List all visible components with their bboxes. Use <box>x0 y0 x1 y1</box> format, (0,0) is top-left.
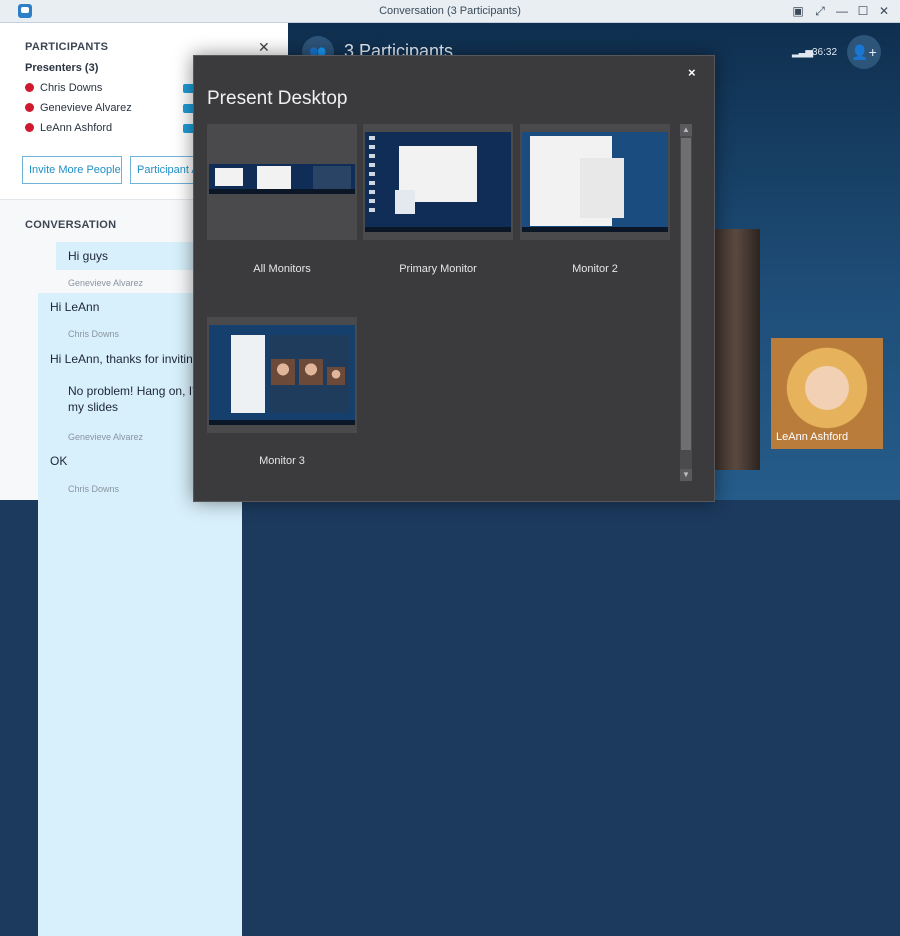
presenters-label: Presenters (3) <box>25 62 99 74</box>
option-monitor-3[interactable] <box>207 317 357 433</box>
option-label: Monitor 2 <box>572 263 618 275</box>
close-icon[interactable]: ✕ <box>876 3 892 19</box>
participant-item[interactable]: LeAnn Ashford <box>25 122 112 138</box>
screen-thumbnail <box>209 164 355 194</box>
close-panel-icon[interactable]: ✕ <box>258 39 270 56</box>
invite-more-people-button[interactable]: Invite More People <box>22 156 122 184</box>
participant-name: LeAnn Ashford <box>40 122 113 134</box>
message-author: Genevieve Alvarez <box>68 432 144 442</box>
participant-name: Genevieve Alvarez <box>40 102 132 114</box>
signal-icon: ▂▃▅ <box>792 47 813 58</box>
video-feed <box>712 229 760 470</box>
status-dot-icon <box>25 123 34 132</box>
maximize-icon[interactable]: ☐ <box>855 3 871 19</box>
participant-item[interactable]: Genevieve Alvarez <box>25 102 132 118</box>
option-monitor-2[interactable] <box>520 124 670 240</box>
video-name-label: LeAnn Ashford <box>776 431 849 443</box>
option-all-monitors[interactable] <box>207 124 357 240</box>
option-label: Monitor 3 <box>259 455 305 467</box>
message-bubble: OK <box>38 447 242 936</box>
screen-thumbnail <box>209 325 355 425</box>
dialog-close-icon[interactable]: × <box>688 65 696 80</box>
scroll-down-icon[interactable]: ▼ <box>680 469 692 481</box>
participant-item[interactable]: Chris Downs <box>25 82 102 98</box>
message-author: Genevieve Alvarez <box>68 278 144 288</box>
minimize-icon[interactable]: — <box>834 3 850 19</box>
dialog-title: Present Desktop <box>207 88 348 109</box>
participants-heading: PARTICIPANTS <box>25 41 109 53</box>
window-title: Conversation (3 Participants) <box>379 5 521 17</box>
option-label: Primary Monitor <box>399 263 477 275</box>
option-primary-monitor[interactable] <box>363 124 513 240</box>
present-desktop-dialog: × Present Desktop All Monitors Primary M… <box>193 55 715 502</box>
message-author: Chris Downs <box>68 484 120 494</box>
participant-actions-button[interactable]: Participant A <box>130 156 194 184</box>
message-bubble: No problem! Hang on, I'l my slides <box>56 377 210 421</box>
screen-thumbnail <box>365 132 511 232</box>
conversation-heading: CONVERSATION <box>25 219 117 231</box>
video-feed-leann[interactable]: LeAnn Ashford <box>771 338 883 449</box>
call-duration: 36:32 <box>812 47 838 58</box>
layout-icon[interactable]: ▣ <box>790 3 806 19</box>
fullscreen-icon[interactable]: ⤢ <box>812 3 828 19</box>
message-author: Chris Downs <box>68 329 120 339</box>
participant-name: Chris Downs <box>40 82 103 94</box>
screen-thumbnail <box>522 132 668 232</box>
status-dot-icon <box>25 103 34 112</box>
scroll-thumb[interactable] <box>681 138 691 450</box>
dialog-scrollbar[interactable]: ▲ ▼ <box>680 124 692 481</box>
status-dot-icon <box>25 83 34 92</box>
option-label: All Monitors <box>253 263 311 275</box>
scroll-up-icon[interactable]: ▲ <box>680 124 692 136</box>
title-bar: Conversation (3 Participants) ▣ ⤢ — ☐ ✕ <box>0 0 900 23</box>
add-person-icon[interactable]: 👤+ <box>847 35 881 69</box>
